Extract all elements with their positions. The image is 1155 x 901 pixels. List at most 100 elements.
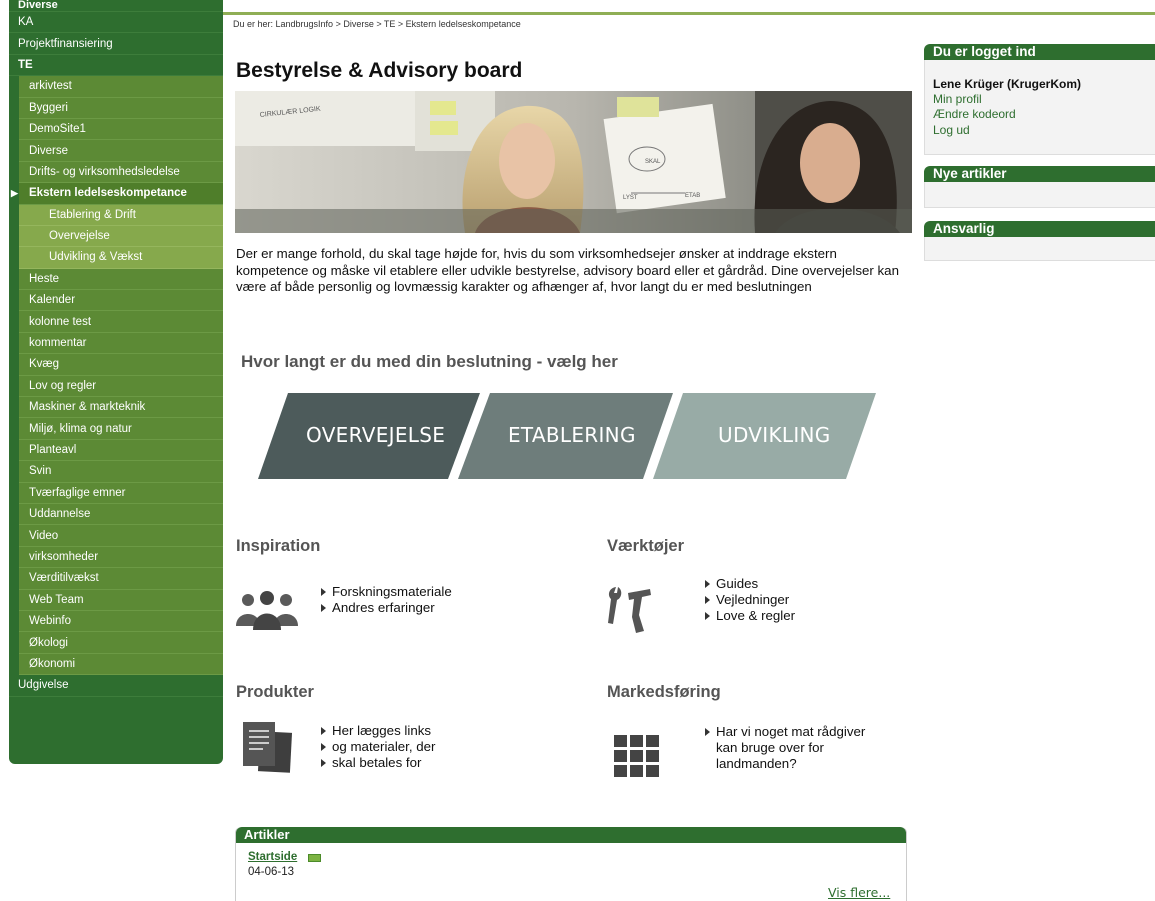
current-arrow-icon: ▶	[11, 187, 18, 198]
sidebar-item-etablering-drift[interactable]: Etablering & Drift	[19, 204, 223, 226]
decision-heading: Hvor langt er du med din beslutning - væ…	[241, 352, 618, 371]
sidebar-item-label: virksomheder	[29, 550, 99, 563]
inspiration-title: Inspiration	[236, 537, 321, 555]
article-link[interactable]: Startside	[248, 851, 297, 863]
sidebar-item-diverse[interactable]: Diverse	[19, 140, 223, 162]
new-articles-box	[924, 182, 1155, 208]
sidebar-item-økologi[interactable]: Økologi	[19, 632, 223, 654]
sidebar-item-label: Miljø, klima og natur	[29, 422, 132, 435]
sidebar-item-byggeri[interactable]: Byggeri	[19, 97, 223, 119]
vaerktoejer-link[interactable]: Love & regler	[704, 608, 795, 624]
sidebar-item-label: Uddannelse	[29, 508, 91, 521]
vaerktoejer-links: Guides Vejledninger Love & regler	[704, 576, 795, 624]
sidebar-item-label: Planteavl	[29, 444, 77, 456]
responsible-header: Ansvarlig	[924, 221, 1155, 237]
people-icon	[236, 590, 298, 635]
show-more-link[interactable]: Vis flere...	[828, 885, 890, 900]
sidebar-item-projektfinansiering[interactable]: Projektfinansiering	[9, 33, 223, 55]
sidebar-item-drifts-og-virksomhedsledelse[interactable]: Drifts- og virksomhedsledelse	[19, 161, 223, 184]
sidebar-item-label: Økologi	[29, 636, 68, 649]
login-box-header: Du er logget ind	[924, 44, 1155, 60]
sidebar-item-miljø-klima-og-natur[interactable]: Miljø, klima og natur	[19, 418, 223, 440]
sidebar-item-label: Udvikling & Vækst	[49, 251, 143, 264]
vaerktoejer-title: Værktøjer	[607, 537, 685, 555]
sidebar-item-label: Lov og regler	[29, 379, 97, 392]
sidebar-item-label: Ekstern ledelseskompetance	[29, 187, 187, 200]
user-name: Lene Krüger (KrugerKom)	[933, 77, 1082, 91]
sidebar-item-video[interactable]: Video	[19, 525, 223, 547]
sidebar-item-heste[interactable]: Heste	[19, 268, 223, 291]
sidebar-item-label: kolonne test	[29, 315, 92, 328]
sidebar-item-uddannelse[interactable]: Uddannelse	[19, 503, 223, 526]
page-title: Bestyrelse & Advisory board	[236, 59, 523, 82]
vaerktoejer-link[interactable]: Guides	[704, 576, 795, 592]
sidebar-item-webinfo[interactable]: Webinfo	[19, 610, 223, 633]
sidebar-list: Diverse KA Projektfinansiering TE arkivtest B…	[9, 0, 223, 697]
article-date: 04-06-13	[248, 866, 295, 878]
step-etablering-button[interactable]: ETABLERING	[508, 423, 636, 447]
markedsfoering-title: Markedsføring	[607, 683, 721, 701]
sidebar-item-lov-og-regler[interactable]: Lov og regler	[19, 375, 223, 398]
produkter-link[interactable]: Her lægges links	[320, 723, 435, 739]
sidebar-item-label: Projektfinansiering	[18, 37, 113, 50]
grid-icon	[614, 735, 660, 784]
produkter-title: Produkter	[236, 683, 314, 701]
breadcrumb: Du er her: LandbrugsInfo > Diverse > TE …	[233, 19, 521, 29]
sidebar-item-label: Maskiner & markteknik	[29, 401, 146, 414]
sidebar-item-værditilvækst[interactable]: Værditilvækst	[19, 568, 223, 590]
sidebar-item-kolonne-test[interactable]: kolonne test	[19, 311, 223, 333]
step-udvikling-button[interactable]: UDVIKLING	[718, 423, 831, 447]
sidebar-item-ekstern-ledelseskompetance[interactable]: ▶ Ekstern ledelseskompetance	[11, 183, 223, 205]
sidebar-item-kvæg[interactable]: Kvæg	[19, 354, 223, 376]
markedsfoering-link-cont[interactable]: kan bruge over for	[704, 740, 865, 756]
sidebar-item-økonomi[interactable]: Økonomi	[19, 653, 223, 676]
sidebar-item-tværfaglige-emner[interactable]: Tværfaglige emner	[19, 482, 223, 504]
step-overvejelse-button[interactable]: OVERVEJELSE	[306, 423, 445, 447]
produkter-link[interactable]: og materialer, der	[320, 739, 435, 755]
new-articles-header: Nye artikler	[924, 166, 1155, 182]
sidebar-item-diverse[interactable]: Diverse	[9, 0, 223, 12]
sidebar-item-label: Tværfaglige emner	[29, 486, 126, 499]
logout-link[interactable]: Log ud	[933, 123, 970, 137]
tools-icon	[606, 585, 652, 640]
sidebar-item-label: Værditilvækst	[29, 572, 99, 585]
inspiration-link[interactable]: Andres erfaringer	[320, 600, 452, 616]
vaerktoejer-link[interactable]: Vejledninger	[704, 592, 795, 608]
sidebar-item-label: kommentar	[29, 337, 87, 350]
whiteboard-text-3: LYST	[623, 195, 638, 201]
sidebar-nav: Diverse KA Projektfinansiering TE arkivtest B…	[9, 0, 223, 764]
change-password-link[interactable]: Ændre kodeord	[933, 107, 1016, 121]
markedsfoering-link[interactable]: Har vi noget mat rådgiver	[704, 724, 865, 740]
sidebar-item-web-team[interactable]: Web Team	[19, 589, 223, 611]
sidebar-item-maskiner-markteknik[interactable]: Maskiner & markteknik	[19, 397, 223, 419]
articles-header: Artikler	[236, 827, 906, 843]
sidebar-item-kommentar[interactable]: kommentar	[19, 332, 223, 355]
sidebar-item-udvikling-vækst[interactable]: Udvikling & Vækst	[19, 247, 223, 269]
markedsfoering-link-cont[interactable]: landmanden?	[704, 756, 865, 772]
responsible-box	[924, 237, 1155, 261]
sidebar-item-label: Byggeri	[29, 101, 68, 114]
sidebar-item-arkivtest[interactable]: arkivtest	[19, 76, 223, 98]
sidebar-item-udgivelse[interactable]: Udgivelse	[9, 675, 223, 697]
sidebar-item-virksomheder[interactable]: virksomheder	[19, 546, 223, 569]
inspiration-links: Forskningsmateriale Andres erfaringer	[320, 584, 452, 616]
intro-text: Der er mange forhold, du skal tage højde…	[236, 246, 899, 294]
markedsfoering-links: Har vi noget mat rådgiver kan bruge over…	[704, 724, 865, 772]
sidebar-item-ka[interactable]: KA	[9, 12, 223, 34]
sidebar-item-planteavl[interactable]: Planteavl	[19, 439, 223, 462]
sidebar-item-label: Heste	[29, 272, 60, 285]
documents-icon	[243, 722, 295, 779]
sidebar-item-label: Diverse	[29, 144, 68, 157]
sidebar-item-label: DemoSite1	[29, 123, 86, 136]
hero-photo: CIRKULÆR LOGIK SKAL LYST ETAB	[235, 91, 912, 233]
sidebar-item-kalender[interactable]: Kalender	[19, 290, 223, 312]
sidebar-item-overvejelse[interactable]: Overvejelse	[19, 225, 223, 248]
sidebar-item-label: Kalender	[29, 294, 76, 307]
produkter-link[interactable]: skal betales for	[320, 755, 435, 771]
profile-link[interactable]: Min profil	[933, 92, 982, 106]
sidebar-item-label: Overvejelse	[49, 230, 110, 243]
sidebar-item-te[interactable]: TE	[9, 54, 223, 77]
inspiration-link[interactable]: Forskningsmateriale	[320, 584, 452, 600]
sidebar-item-demosite1[interactable]: DemoSite1	[19, 118, 223, 141]
sidebar-item-svin[interactable]: Svin	[19, 461, 223, 483]
